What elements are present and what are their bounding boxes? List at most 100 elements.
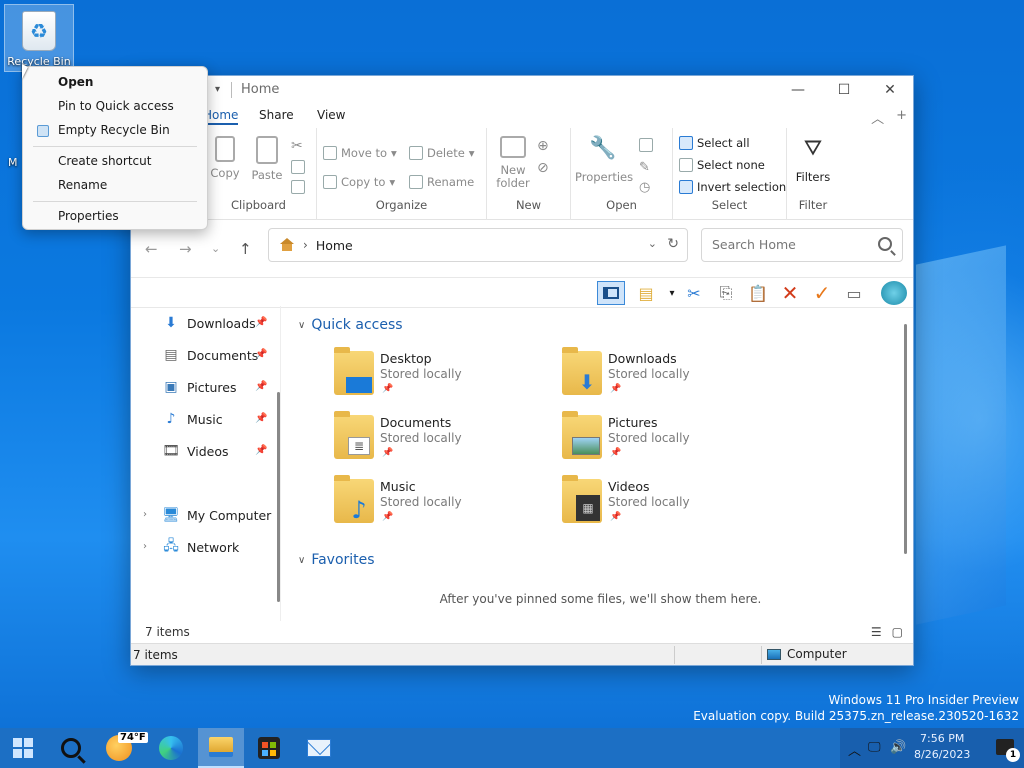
tab-view[interactable]: View	[317, 108, 345, 122]
expand-chevron-icon[interactable]: ›	[143, 541, 147, 552]
edit-icon[interactable]: ✎	[639, 160, 650, 175]
cut-icon[interactable]: ✂	[291, 138, 303, 154]
quick-access-item[interactable]: Desktop Stored locally 📌	[334, 347, 554, 411]
quick-access-item[interactable]: ≣ Documents Stored locally 📌	[334, 411, 554, 475]
paste-button[interactable]: Paste	[249, 136, 285, 182]
move-to-button[interactable]: Move to ▾	[323, 146, 397, 160]
sidebar-item-network[interactable]: 🖧 Network	[163, 536, 239, 558]
chevron-down-icon[interactable]: ▾	[661, 283, 683, 303]
weather-temperature: 74°F	[118, 732, 148, 743]
plus-icon[interactable]: +	[896, 108, 907, 127]
file-explorer-button[interactable]	[198, 728, 244, 768]
details-view-icon[interactable]: ☰	[871, 625, 882, 639]
delete-icon	[409, 146, 423, 160]
title-bar[interactable]: ▾ Home — ☐ ✕	[131, 76, 913, 104]
forward-arrow-icon[interactable]: →	[179, 240, 192, 258]
select-none-button[interactable]: Select none	[679, 158, 765, 172]
invert-selection-button[interactable]: Invert selection	[679, 180, 786, 194]
tab-share[interactable]: Share	[259, 108, 294, 122]
sidebar-item-downloads[interactable]: ⬇ Downloads	[163, 312, 256, 334]
address-bar[interactable]: › Home ⌄ ↻	[268, 228, 688, 262]
recent-locations-icon[interactable]: ⌄	[211, 242, 220, 255]
refresh-icon[interactable]: ↻	[667, 236, 679, 252]
sidebar-scrollbar[interactable]	[277, 392, 280, 602]
start-button[interactable]	[0, 728, 46, 768]
sidebar-item-my-computer[interactable]: 🖥 My Computer	[162, 504, 272, 526]
menu-item-pin-quick-access[interactable]: Pin to Quick access	[58, 99, 174, 113]
note-icon[interactable]: ▤	[635, 283, 657, 303]
search-input[interactable]: Search Home	[701, 228, 903, 262]
collapse-ribbon-icon[interactable]: ︿	[871, 108, 884, 127]
section-quick-access[interactable]: ∨ Quick access	[298, 317, 403, 333]
content-scrollbar[interactable]	[904, 324, 907, 554]
quick-access-item[interactable]: ▦ Videos Stored locally 📌	[562, 475, 782, 539]
paste-shortcut-icon[interactable]	[291, 180, 305, 194]
sidebar-item-music[interactable]: ♪ Music	[163, 408, 223, 430]
clock[interactable]: 7:56 PM 8/26/2023	[914, 731, 970, 763]
folder-icon: ▦	[562, 475, 602, 523]
history-icon[interactable]: ◷	[639, 180, 650, 195]
menu-item-open[interactable]: Open	[58, 75, 93, 89]
copy-path-icon[interactable]	[291, 160, 305, 174]
tab-home[interactable]: Home	[203, 108, 239, 125]
up-arrow-icon[interactable]: ↑	[239, 240, 252, 258]
document-icon: ≣	[348, 437, 370, 455]
tile-status: Stored locally	[380, 495, 462, 509]
maximize-button[interactable]: ☐	[821, 76, 867, 104]
close-button[interactable]: ✕	[867, 76, 913, 104]
chevron-up-icon[interactable]: ︿	[848, 740, 861, 759]
expand-chevron-icon[interactable]: ›	[143, 509, 147, 520]
edge-button[interactable]	[148, 728, 194, 768]
clipboard-icon[interactable]: 📋	[747, 283, 769, 303]
section-favorites[interactable]: ∨ Favorites	[298, 552, 375, 568]
quick-access-item[interactable]: ♪ Music Stored locally 📌	[334, 475, 554, 539]
minimize-button[interactable]: —	[775, 76, 821, 104]
cut-icon[interactable]: ✂	[683, 283, 705, 303]
chevron-down-icon[interactable]: ⌄	[648, 237, 657, 250]
search-button[interactable]	[48, 728, 94, 768]
sidebar-item-label: My Computer	[187, 507, 272, 523]
menu-item-rename[interactable]: Rename	[58, 178, 107, 192]
copy-button[interactable]: Copy	[209, 136, 241, 180]
open-icon[interactable]	[639, 138, 653, 152]
rename-icon	[409, 175, 423, 189]
copy-icon[interactable]: ⎘	[715, 283, 737, 303]
select-all-button[interactable]: Select all	[679, 136, 750, 150]
copy-to-button[interactable]: Copy to ▾	[323, 175, 395, 189]
sidebar-item-videos[interactable]: 🎞 Videos	[162, 440, 228, 462]
rename-button[interactable]: Rename	[409, 175, 474, 189]
delete-button[interactable]: Delete ▾	[409, 146, 475, 160]
tiles-view-icon[interactable]: ▢	[892, 625, 903, 639]
checkmark-icon[interactable]: ✓	[811, 281, 833, 305]
new-folder-button[interactable]: New folder	[493, 136, 533, 190]
new-item-icon[interactable]: ⊕	[537, 138, 549, 154]
group-label: Organize	[375, 198, 428, 212]
sidebar-item-documents[interactable]: ▤ Documents	[163, 344, 258, 366]
store-button[interactable]	[246, 728, 292, 768]
quick-access-item[interactable]: Pictures Stored locally 📌	[562, 411, 782, 475]
pin-icon: 📌	[610, 512, 622, 522]
chevron-down-icon[interactable]: ▾	[215, 84, 220, 95]
delete-x-icon[interactable]: ✕	[779, 281, 801, 305]
properties-button[interactable]: 🔧 Properties	[575, 136, 633, 184]
clock-date: 8/26/2023	[914, 748, 971, 761]
search-icon	[878, 237, 892, 251]
tile-name: Music	[380, 479, 416, 494]
menu-item-create-shortcut[interactable]: Create shortcut	[58, 154, 151, 168]
easy-access-icon[interactable]: ⊘	[537, 160, 549, 176]
keyboard-icon[interactable]: ▭	[843, 283, 865, 303]
move-icon	[323, 146, 337, 160]
sidebar-item-pictures[interactable]: ▣ Pictures	[163, 376, 236, 398]
tile-name: Pictures	[608, 415, 658, 430]
volume-icon[interactable]: 🔊	[890, 740, 906, 755]
mail-button[interactable]	[296, 728, 342, 768]
back-arrow-icon[interactable]: ←	[145, 240, 158, 258]
shell-icon[interactable]	[881, 281, 907, 305]
desktop-icon-recycle-bin[interactable]: ♻ Recycle Bin	[4, 4, 74, 72]
filters-button[interactable]: ⛛ Filters	[793, 136, 833, 184]
menu-item-empty-recycle-bin[interactable]: Empty Recycle Bin	[58, 123, 170, 137]
quick-access-item[interactable]: ⬇ Downloads Stored locally 📌	[562, 347, 782, 411]
network-status-icon[interactable]: 🖵	[868, 740, 881, 755]
menu-item-properties[interactable]: Properties	[58, 209, 119, 223]
preview-pane-icon[interactable]	[597, 281, 625, 305]
